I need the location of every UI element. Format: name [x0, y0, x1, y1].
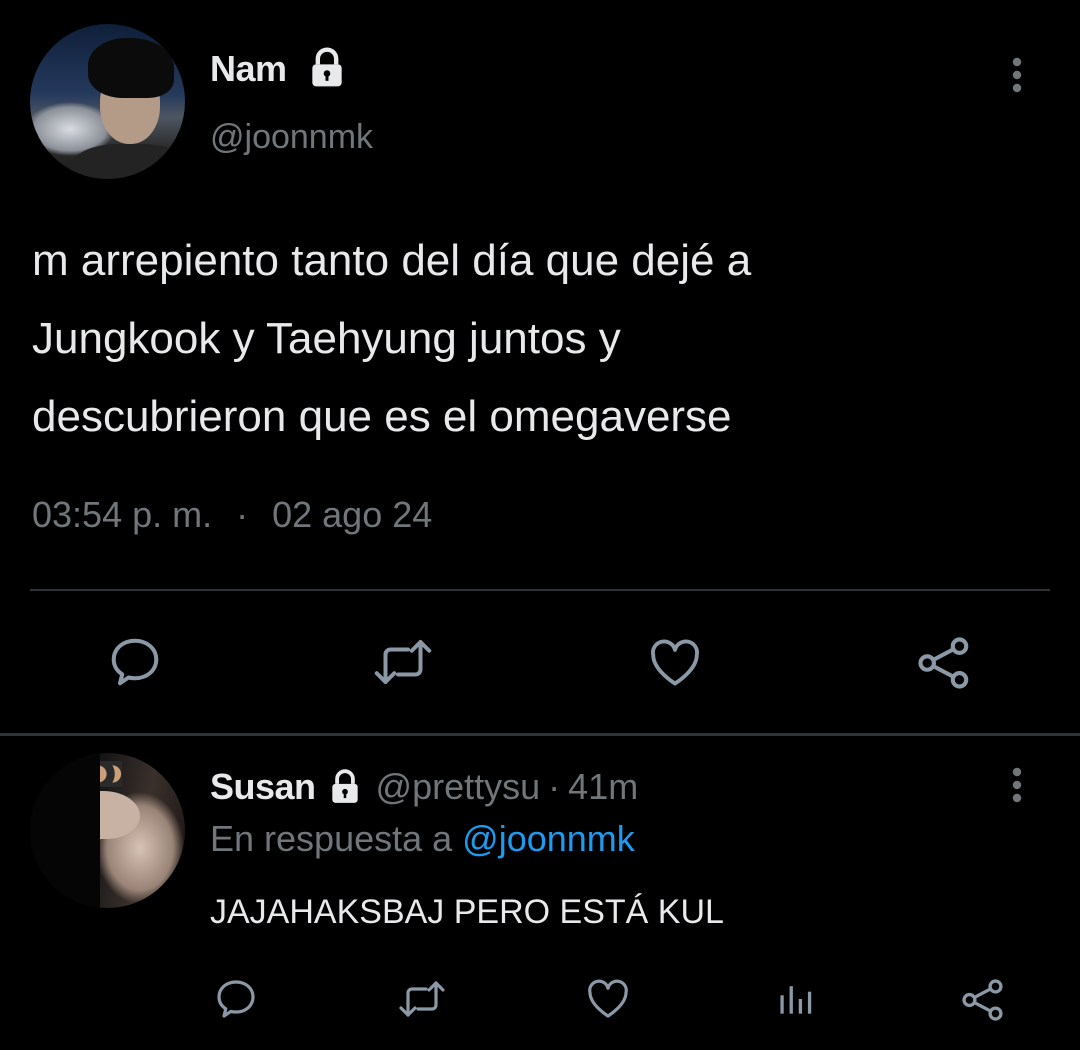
lock-icon: [305, 46, 349, 95]
replying-to: En respuesta a @joonnmk: [210, 818, 635, 860]
like-icon[interactable]: [646, 634, 704, 697]
divider: [0, 733, 1080, 736]
views-icon[interactable]: [774, 975, 818, 1028]
reply-separator: ·: [548, 766, 561, 807]
avatar-hair: [30, 753, 100, 908]
avatar-hair: [88, 38, 174, 98]
author-name[interactable]: Nam: [210, 48, 287, 90]
replying-to-mention[interactable]: @joonnmk: [462, 818, 635, 859]
reply-icon[interactable]: [212, 975, 260, 1028]
avatar-shirt: [70, 144, 185, 179]
like-icon[interactable]: [584, 975, 632, 1028]
reply-text: JAJAHAKSBAJ PERO ESTÁ KUL: [210, 893, 724, 931]
reply-action-bar: [0, 975, 1080, 1025]
divider: [30, 589, 1050, 591]
reply-author-avatar[interactable]: [30, 753, 185, 908]
tweet-metadata: 03:54 p. m. · 02 ago 24: [32, 494, 432, 536]
meta-separator: ·: [236, 494, 249, 535]
tweet-text: m arrepiento tanto del día que dejé a Ju…: [32, 236, 752, 441]
reply-icon[interactable]: [105, 632, 165, 697]
retweet-icon[interactable]: [395, 975, 449, 1028]
more-options-icon[interactable]: [1003, 766, 1031, 811]
replying-to-prefix: En respuesta a: [210, 818, 453, 859]
author-avatar[interactable]: [30, 24, 185, 179]
more-options-icon[interactable]: [1003, 56, 1031, 101]
tweet-time: 03:54 p. m.: [32, 494, 213, 535]
share-icon[interactable]: [913, 632, 975, 699]
tweet-date[interactable]: 02 ago 24: [272, 494, 432, 535]
share-icon[interactable]: [958, 975, 1008, 1030]
lock-icon: [326, 768, 364, 811]
reply-author-name[interactable]: Susan: [210, 766, 316, 807]
reply-author-handle[interactable]: @prettysu: [376, 766, 541, 807]
reply-age: 41m: [568, 766, 639, 807]
reply-header: Susan @prettysu · 41m: [210, 766, 638, 811]
author-handle[interactable]: @joonnmk: [210, 118, 373, 157]
retweet-icon[interactable]: [370, 632, 436, 697]
tweet-action-bar: [0, 632, 1080, 692]
